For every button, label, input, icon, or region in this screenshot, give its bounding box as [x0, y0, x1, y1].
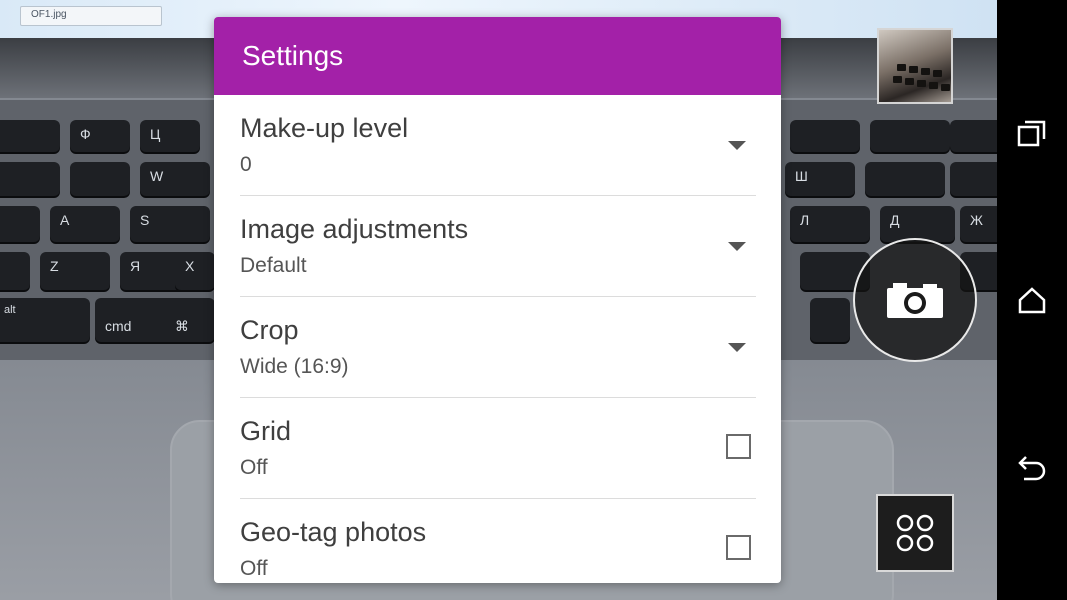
setting-value: Wide (16:9) — [240, 355, 349, 378]
shutter-button[interactable] — [853, 238, 977, 362]
key: X — [175, 252, 215, 290]
key: alt — [0, 298, 90, 342]
home-button[interactable] — [997, 265, 1067, 335]
key — [950, 162, 997, 196]
key: Л — [790, 206, 870, 242]
setting-title: Image adjustments — [240, 214, 469, 244]
dropdown-arrow-icon[interactable] — [728, 343, 746, 352]
back-button[interactable] — [997, 432, 1067, 502]
key — [0, 162, 60, 196]
geo-tag-checkbox[interactable] — [726, 535, 751, 560]
setting-value: Default — [240, 254, 307, 277]
setting-crop[interactable]: Crop Wide (16:9) — [240, 297, 756, 398]
dialog-header: Settings — [214, 17, 781, 95]
setting-grid[interactable]: Grid Off — [240, 398, 756, 499]
key — [0, 252, 30, 290]
key: Ж — [960, 206, 997, 242]
dropdown-arrow-icon[interactable] — [728, 242, 746, 251]
key — [70, 162, 130, 196]
four-circles-icon — [896, 514, 934, 552]
key — [950, 120, 997, 152]
file-tab: OF1.jpg — [20, 6, 162, 26]
file-tab-label: OF1.jpg — [31, 9, 67, 20]
key — [810, 298, 850, 342]
grid-checkbox[interactable] — [726, 434, 751, 459]
key — [0, 206, 40, 242]
key: Ф — [70, 120, 130, 152]
key: Д — [880, 206, 955, 242]
home-icon — [1018, 287, 1046, 314]
key — [790, 120, 860, 152]
dropdown-arrow-icon[interactable] — [728, 141, 746, 150]
setting-value: Off — [240, 456, 268, 479]
key: S — [130, 206, 210, 242]
camera-icon — [887, 283, 943, 318]
setting-value: Off — [240, 557, 268, 580]
key: Ц — [140, 120, 200, 152]
setting-title: Make-up level — [240, 113, 409, 143]
setting-value: 0 — [240, 153, 252, 176]
key: A — [50, 206, 120, 242]
back-icon — [1018, 456, 1046, 481]
key: cmd ⌘ — [95, 298, 215, 342]
recent-apps-button[interactable] — [997, 98, 1067, 168]
setting-makeup-level[interactable]: Make-up level 0 — [240, 95, 756, 196]
recent-apps-icon — [1017, 120, 1046, 147]
camera-modes-button[interactable] — [876, 494, 954, 572]
setting-title: Grid — [240, 416, 292, 446]
key — [870, 120, 950, 152]
navigation-bar — [997, 0, 1067, 600]
key: Z — [40, 252, 110, 290]
settings-dialog: Settings Make-up level 0 Image adjustmen… — [214, 17, 781, 583]
last-photo-thumbnail[interactable] — [877, 28, 953, 104]
setting-image-adjustments[interactable]: Image adjustments Default — [240, 196, 756, 297]
key: Ш — [785, 162, 855, 196]
setting-geo-tag-photos[interactable]: Geo-tag photos Off — [240, 499, 756, 583]
setting-title: Geo-tag photos — [240, 517, 427, 547]
setting-title: Crop — [240, 315, 299, 345]
key — [0, 120, 60, 152]
dialog-title: Settings — [242, 40, 344, 71]
key — [865, 162, 945, 196]
key: W — [140, 162, 210, 196]
